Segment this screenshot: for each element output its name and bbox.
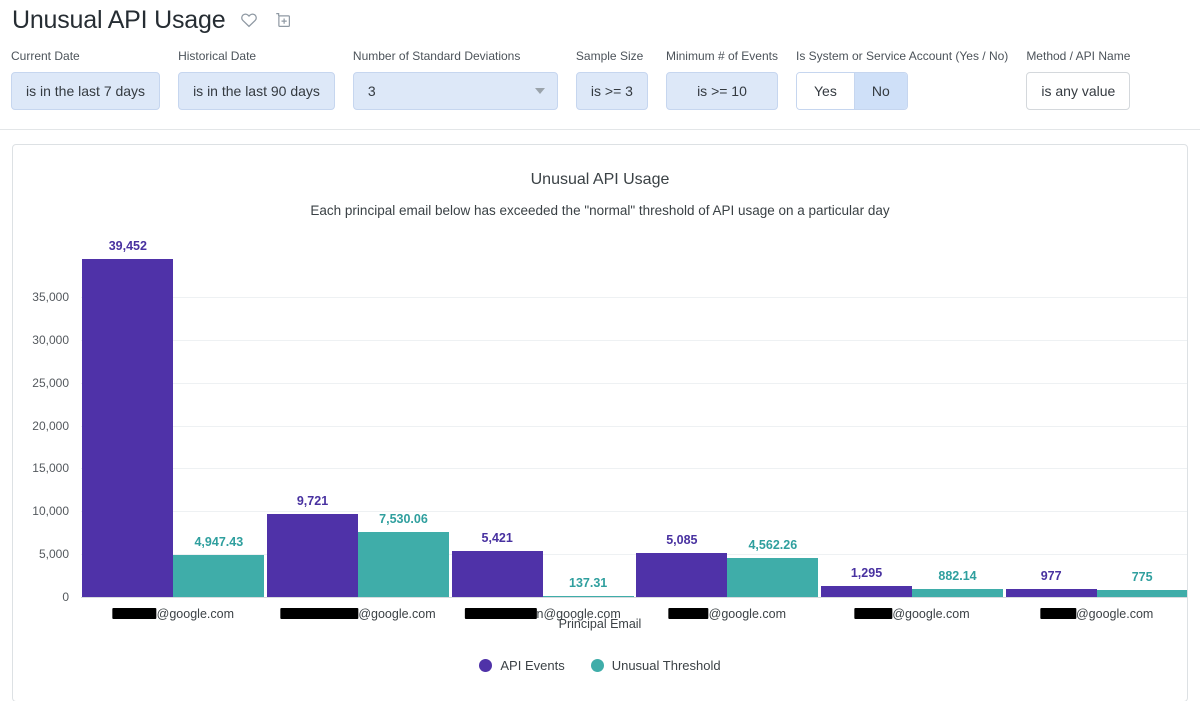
legend-swatch <box>590 659 604 672</box>
bar-unusual-threshold[interactable] <box>727 557 819 597</box>
y-axis-tick-label: 25,000 <box>32 375 69 390</box>
toggle-option-yes[interactable]: Yes <box>797 73 854 109</box>
filter-label: Current Date <box>11 49 80 63</box>
bar-value-label: 882.14 <box>938 569 977 584</box>
bar-value-label: 5,085 <box>666 533 698 548</box>
filter-label: Sample Size <box>575 49 644 63</box>
bar-unusual-threshold[interactable] <box>358 532 449 597</box>
filter-dropdown[interactable]: 3 <box>352 72 558 110</box>
page-title: Unusual API Usage <box>12 6 226 34</box>
filter-value: 3 <box>367 83 376 99</box>
bar-value-label: 5,421 <box>481 530 513 545</box>
y-axis-tick-label: 35,000 <box>32 290 69 304</box>
bar-api-events[interactable] <box>821 585 912 597</box>
filter-3: Sample Size is >= 3 <box>575 49 666 110</box>
bar-value-label: 1,295 <box>850 565 883 580</box>
add-to-dashboard-icon[interactable] <box>273 10 293 30</box>
y-axis-tick-label: 15,000 <box>32 461 69 476</box>
bar-api-events[interactable] <box>82 258 174 597</box>
gridline <box>81 511 1187 513</box>
filter-0: Current Date is in the last 7 days <box>11 49 178 110</box>
filter-value: is >= 10 <box>697 83 747 99</box>
legend-label: API Events <box>500 658 565 673</box>
bar-unusual-threshold[interactable] <box>542 595 634 597</box>
filter-chip[interactable]: is >= 3 <box>575 72 648 110</box>
filter-label: Number of Standard Deviations <box>352 49 521 63</box>
bar-value-label: 4,562.26 <box>748 537 798 552</box>
filter-chip[interactable]: is any value <box>1026 72 1131 110</box>
bar-api-events[interactable] <box>1005 588 1097 597</box>
tile-container: Unusual API Usage Each principal email b… <box>0 130 1200 701</box>
bar-value-label: 9,721 <box>296 493 329 508</box>
y-axis-tick-label: 30,000 <box>32 332 69 347</box>
legend-item[interactable]: Unusual Threshold <box>590 658 721 673</box>
filter-value: is >= 3 <box>590 83 633 99</box>
filter-value: is any value <box>1041 83 1116 99</box>
filter-label: Is System or Service Account (Yes / No) <box>796 49 1009 63</box>
toggle-option-no[interactable]: No <box>853 73 907 109</box>
filter-4: Minimum # of Events is >= 10 <box>665 49 796 110</box>
filter-chip[interactable]: is in the last 90 days <box>178 72 335 110</box>
bar-unusual-threshold[interactable] <box>912 589 1003 597</box>
filter-bar: Current Date is in the last 7 days Histori… <box>0 40 1200 130</box>
filter-6: Method / API Name is any value <box>1026 49 1148 110</box>
bar-value-label: 137.31 <box>569 575 608 590</box>
gridline <box>81 339 1187 341</box>
filter-chip[interactable]: is in the last 7 days <box>11 72 161 110</box>
y-axis-tick-label: 10,000 <box>32 504 69 519</box>
chevron-down-icon[interactable] <box>534 88 545 94</box>
x-axis-title: Principal Email <box>558 617 642 631</box>
filter-toggle-group: Yes No <box>796 72 908 110</box>
y-axis-tick-label: 20,000 <box>32 418 69 433</box>
gridline <box>81 297 1187 298</box>
filter-label: Historical Date <box>178 49 257 63</box>
dashboard-header: Unusual API Usage <box>0 0 1200 40</box>
bar-value-label: 7,530.06 <box>379 512 428 527</box>
gridline <box>81 425 1187 427</box>
legend-item[interactable]: API Events <box>479 658 565 673</box>
gridline <box>81 468 1187 470</box>
filter-5: Is System or Service Account (Yes / No) Y… <box>796 49 1026 110</box>
y-axis-tick-label: 5,000 <box>38 547 69 562</box>
bar-value-label: 977 <box>1040 568 1062 583</box>
filter-label: Minimum # of Events <box>665 49 778 63</box>
filter-2: Number of Standard Deviations 3 <box>352 49 576 110</box>
filter-value: is in the last 90 days <box>193 83 320 99</box>
gridline <box>81 382 1187 384</box>
filter-chip[interactable]: is >= 10 <box>665 72 778 110</box>
bar-api-events[interactable] <box>636 553 728 597</box>
bar-unusual-threshold[interactable] <box>173 554 265 597</box>
y-axis-tick-label: 0 <box>62 590 69 604</box>
bar-unusual-threshold[interactable] <box>1096 590 1187 597</box>
legend-label: Unusual Threshold <box>611 658 721 673</box>
chart-legend: API Events Unusual Threshold <box>13 658 1187 673</box>
filter-1: Historical Date is in the last 90 days <box>178 49 353 110</box>
legend-swatch <box>479 659 493 672</box>
bar-api-events[interactable] <box>267 513 358 597</box>
chart-tile: Unusual API Usage Each principal email b… <box>12 144 1188 701</box>
filter-label: Method / API Name <box>1026 49 1131 63</box>
bar-value-label: 775 <box>1131 570 1153 585</box>
bar-api-events[interactable] <box>451 550 543 597</box>
bar-value-label: 4,947.43 <box>194 534 244 549</box>
bar-value-label: 39,452 <box>108 238 147 253</box>
x-axis-line <box>81 597 1187 598</box>
filter-value: is in the last 7 days <box>26 83 146 99</box>
heart-icon[interactable] <box>239 10 259 30</box>
